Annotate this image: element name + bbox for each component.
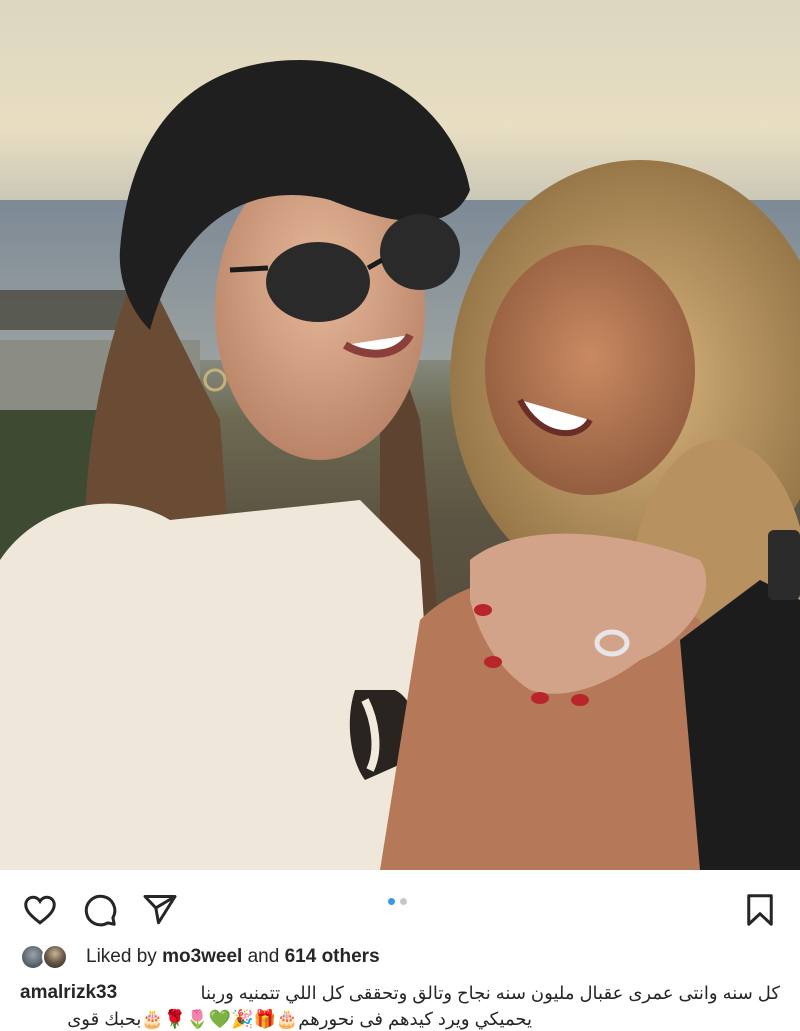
likes-text: Liked by mo3weel and 614 others (86, 946, 380, 968)
likes-summary[interactable]: Liked by mo3weel and 614 others (20, 942, 380, 972)
post-caption: amalrizk33 كل سنه وانتى عمرى عقبال مليون… (20, 980, 780, 1031)
post-photo-illustration (0, 0, 800, 870)
heart-icon[interactable] (20, 890, 60, 930)
avatar (42, 944, 68, 970)
likes-connector: and (247, 946, 280, 967)
liker-avatars (20, 942, 76, 972)
post-action-bar (0, 870, 800, 940)
bookmark-icon[interactable] (740, 890, 780, 930)
caption-text-line2: يحميكي ويرد كيدهم فى نحورهم🎂🎁🎉💚🌷🌹🎂بحبك ق… (67, 1009, 532, 1029)
likes-prefix: Liked by (86, 946, 157, 967)
caption-text-line1: كل سنه وانتى عمرى عقبال مليون سنه نجاح و… (200, 983, 780, 1003)
likes-others-count[interactable]: 614 others (285, 946, 380, 967)
carousel-dot (400, 898, 407, 905)
liker-username[interactable]: mo3weel (162, 946, 242, 967)
caption-username[interactable]: amalrizk33 (20, 980, 117, 1006)
post-photo[interactable] (0, 0, 800, 870)
carousel-indicator (388, 898, 407, 905)
comment-icon[interactable] (80, 890, 120, 930)
paper-plane-icon[interactable] (140, 890, 180, 930)
carousel-dot-active (388, 898, 395, 905)
